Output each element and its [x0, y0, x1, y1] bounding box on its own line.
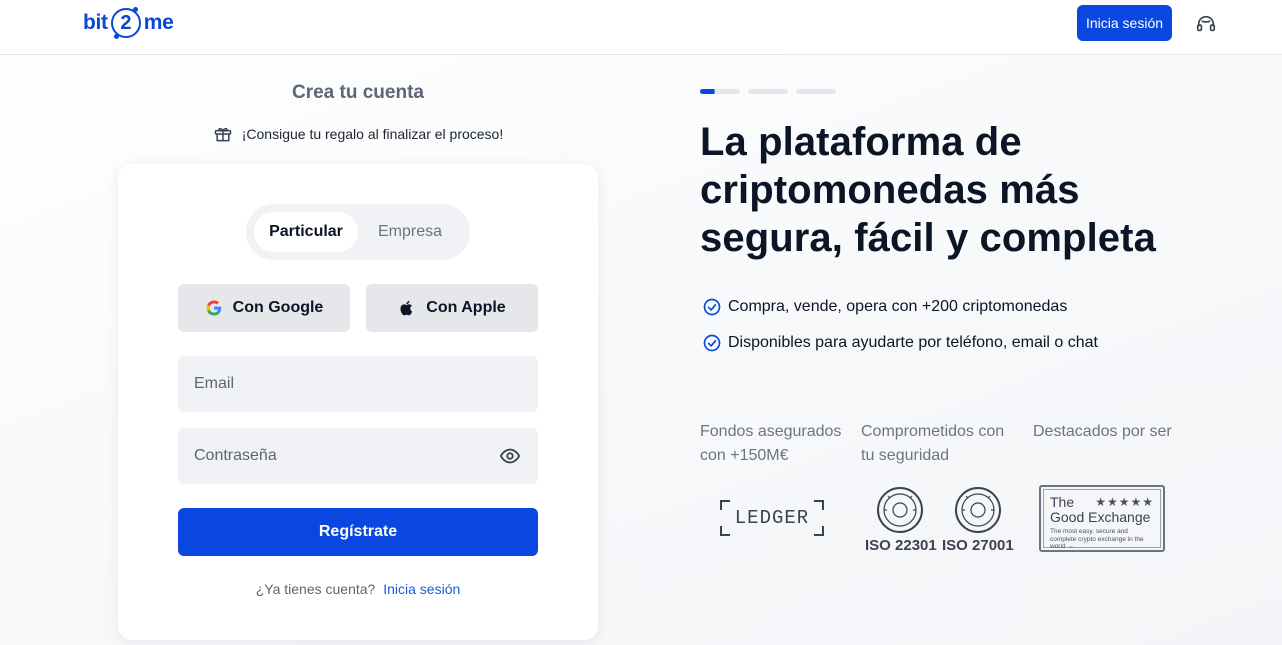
headset-icon[interactable] [1195, 13, 1217, 35]
ledger-logo-text: LEDGER [734, 507, 810, 529]
feature-text: Disponibles para ayudarte por teléfono, … [728, 334, 1098, 351]
slide-indicators [700, 89, 836, 94]
eye-icon[interactable] [499, 445, 521, 467]
trust-label-insured: Fondos asegurados con +150M€ [700, 423, 842, 464]
login-button[interactable]: Inicia sesión [1077, 5, 1172, 41]
email-field[interactable] [178, 356, 538, 412]
account-type-toggle: Particular Empresa [246, 204, 470, 260]
gift-promo: ¡Consigue tu regalo al finalizar el proc… [118, 124, 598, 144]
signup-title: Crea tu cuenta [292, 82, 424, 103]
google-button-label: Con Google [232, 299, 324, 316]
top-header: bit 2 me Inicia sesión [0, 0, 1282, 55]
feature-item: Compra, vende, opera con +200 criptomone… [702, 297, 1067, 317]
good-exchange-title: Good Exchange [1050, 509, 1151, 525]
slide-indicator-2[interactable] [748, 89, 788, 94]
check-circle-icon [703, 334, 721, 352]
apple-signup-button[interactable]: Con Apple [366, 284, 538, 332]
feature-text: Compra, vende, opera con +200 criptomone… [728, 298, 1068, 315]
logo-text-left: bit [83, 11, 108, 34]
register-button[interactable]: Regístrate [178, 508, 538, 556]
logo-text-right: me [143, 11, 174, 34]
star-rating-icon: ★★★★★ [1095, 495, 1154, 509]
feature-item: Disponibles para ayudarte por teléfono, … [702, 333, 1098, 353]
good-exchange-the: The [1050, 494, 1075, 510]
apple-button-label: Con Apple [426, 299, 506, 316]
iso-seal-icon [877, 487, 923, 533]
password-field[interactable] [178, 428, 538, 484]
login-link[interactable]: Inicia sesión [383, 581, 460, 597]
logo-circle-2: 2 [110, 7, 141, 39]
tab-empresa[interactable]: Empresa [358, 212, 462, 252]
hero-headline: La plataforma de criptomonedas más segur… [700, 120, 1156, 260]
have-account-row: ¿Ya tienes cuenta? Inicia sesión [118, 581, 598, 597]
trust-label-featured: Destacados por ser [1033, 423, 1172, 440]
good-exchange-tagline: The most easy, secure and complete crypt… [1050, 528, 1144, 550]
google-signup-button[interactable]: Con Google [178, 284, 350, 332]
trust-label-security: Comprometidos con tu seguridad [861, 423, 1005, 464]
tab-particular[interactable]: Particular [254, 212, 358, 252]
iso-22301-label: ISO 22301 [865, 537, 937, 554]
have-account-text: ¿Ya tienes cuenta? [255, 581, 376, 597]
gift-text: ¡Consigue tu regalo al finalizar el proc… [241, 126, 504, 142]
check-circle-icon [703, 298, 721, 316]
slide-indicator-3[interactable] [796, 89, 836, 94]
gift-icon [214, 127, 231, 142]
iso-certifications: ISO 22301 ISO 27001 [862, 486, 1018, 556]
iso-seal-icon [955, 487, 1001, 533]
bit2me-logo[interactable]: bit 2 me [83, 6, 174, 40]
iso-27001-label: ISO 27001 [942, 537, 1014, 554]
apple-icon [400, 300, 413, 316]
slide-indicator-1[interactable] [700, 89, 740, 94]
good-exchange-badge: The ★★★★★ Good Exchange The most easy, s… [1039, 485, 1165, 552]
google-icon [206, 300, 221, 316]
signup-card: Particular Empresa Con Google Con Apple … [118, 164, 598, 640]
ledger-logo: LEDGER [720, 500, 824, 536]
